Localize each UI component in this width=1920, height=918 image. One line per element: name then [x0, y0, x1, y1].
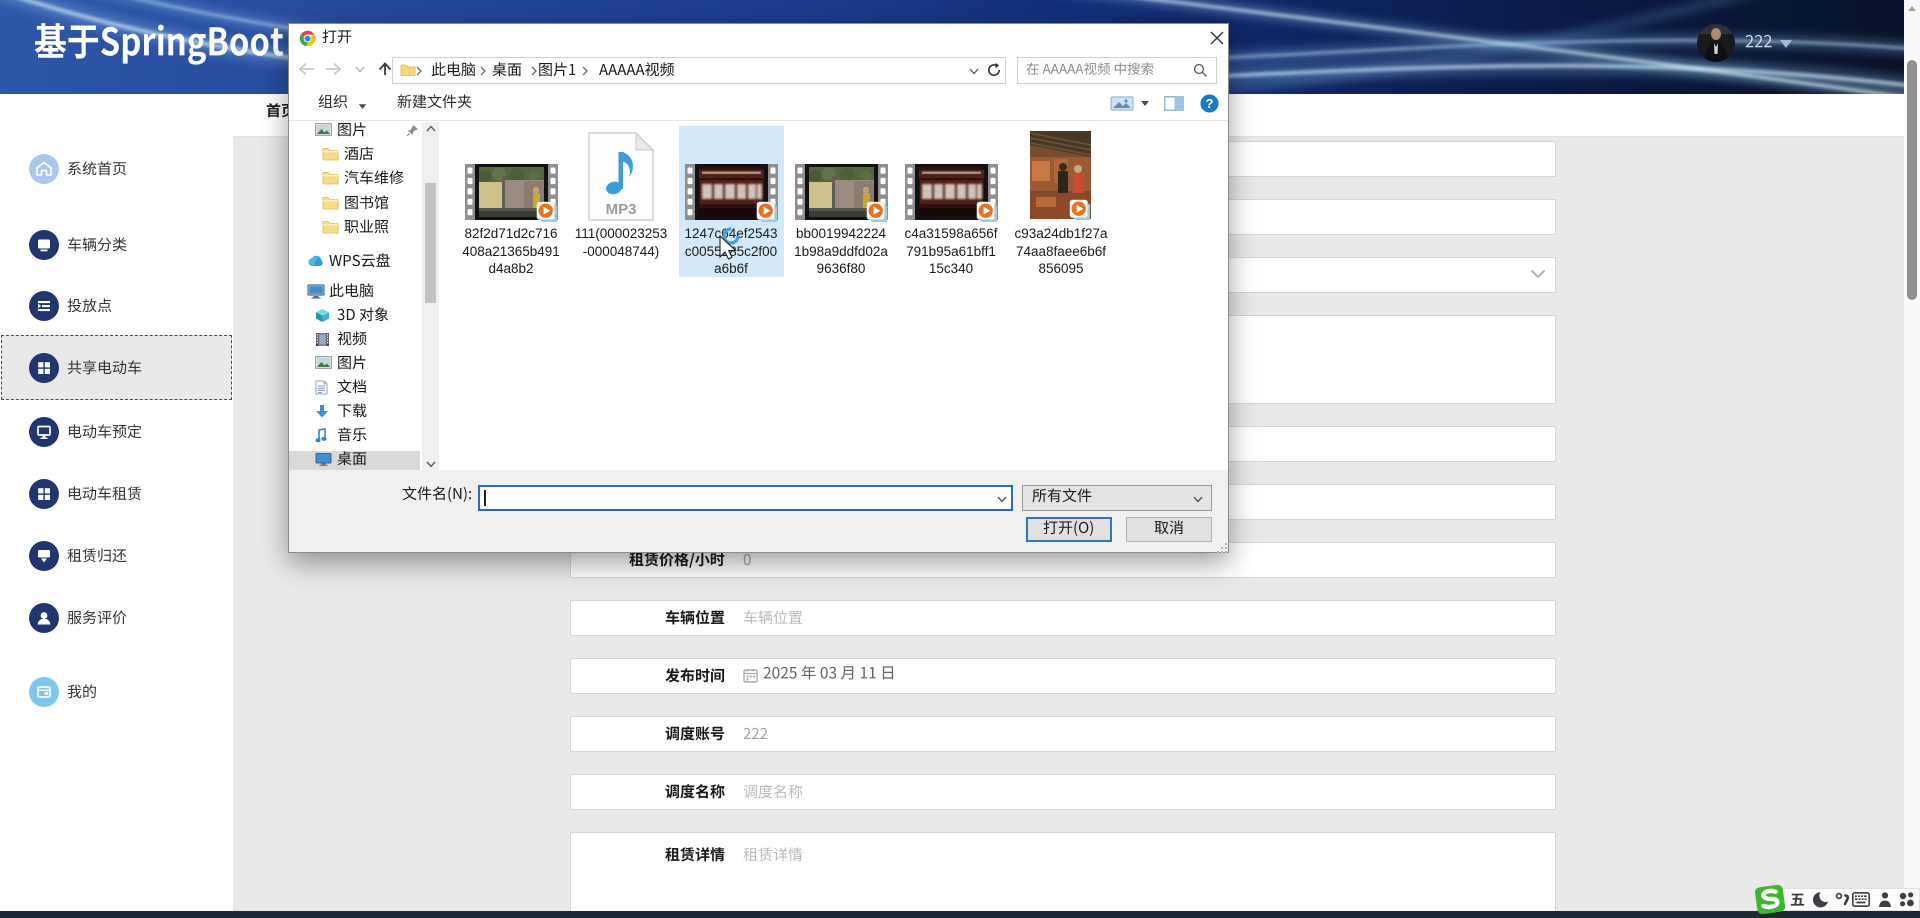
- svg-text:?: ?: [1206, 96, 1214, 111]
- svg-text:MP3: MP3: [606, 201, 637, 218]
